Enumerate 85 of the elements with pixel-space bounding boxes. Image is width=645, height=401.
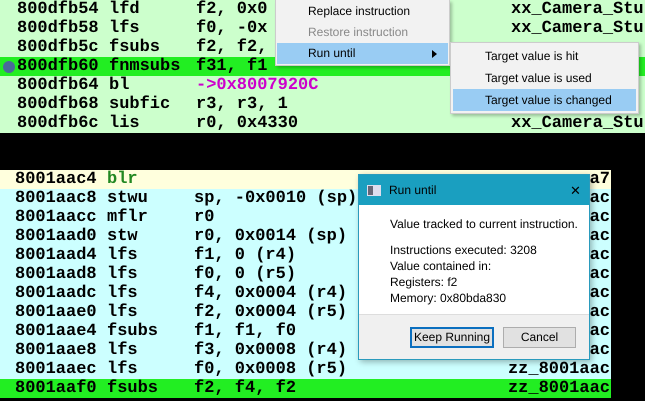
symbol: ac	[590, 227, 610, 246]
close-button[interactable]: ✕	[570, 182, 581, 198]
mnemonic: fsubs	[107, 322, 160, 341]
address: 8001aae4	[15, 322, 98, 341]
message-text: Value tracked to current instruction.	[390, 217, 579, 231]
mnemonic: lfs	[107, 360, 139, 379]
mnemonic: fsubs	[109, 38, 162, 57]
operands: f4, 0x0004 (r4)	[194, 284, 348, 303]
address: 800dfb58	[17, 19, 100, 38]
mnemonic: blr	[107, 170, 139, 189]
mnemonic: stwu	[107, 189, 149, 208]
address: 8001aac4	[15, 170, 98, 189]
submenu-arrow-icon	[432, 50, 437, 58]
operands: f0, 0 (r5)	[194, 265, 296, 284]
operands: r0	[194, 208, 214, 227]
mnemonic: lfs	[107, 265, 139, 284]
symbol: ac	[590, 303, 610, 322]
operands: f0, 0x0008 (r5)	[194, 360, 348, 379]
mnemonic: lis	[109, 114, 141, 133]
address: 8001aac8	[15, 189, 98, 208]
address: 8001aae0	[15, 303, 98, 322]
mnemonic: stw	[107, 227, 139, 246]
address: 800dfb54	[17, 0, 100, 19]
address: 8001aacc	[15, 208, 98, 227]
mnemonic: lfs	[107, 284, 139, 303]
operands: f1, f1, f0	[194, 322, 296, 341]
address: 8001aaf0	[15, 379, 98, 398]
detail-text: Instructions executed: 3208	[390, 242, 538, 258]
symbol: ac	[590, 189, 610, 208]
mnemonic: lfs	[107, 246, 139, 265]
symbol: a7	[590, 170, 610, 189]
address: 800dfb5c	[17, 38, 100, 57]
detail-text: Registers: f2	[390, 274, 458, 290]
address: 800dfb60	[17, 57, 100, 76]
mnemonic: lfd	[109, 0, 141, 19]
window-title: Run until	[389, 183, 438, 197]
address: 8001aaec	[15, 360, 98, 379]
operands: sp, -0x0010 (sp)	[194, 189, 358, 208]
address: 800dfb64	[17, 76, 100, 95]
mnemonic: lfs	[107, 341, 139, 360]
operands: r0, 0x4330	[196, 114, 298, 133]
symbol: ac	[590, 246, 610, 265]
address: 8001aad4	[15, 246, 98, 265]
mnemonic: bl	[109, 76, 130, 95]
operands: f1, 0 (r4)	[194, 246, 296, 265]
symbol: xx_Camera_Stu	[511, 19, 644, 38]
operands: f2, 0x0	[196, 0, 268, 19]
symbol: zz_8001aac	[508, 360, 610, 379]
mnemonic: lfs	[107, 303, 139, 322]
mnemonic: mflr	[107, 208, 149, 227]
address: 8001aae8	[15, 341, 98, 360]
operands: f2, f4, f2	[194, 379, 296, 398]
menu-item[interactable]: Target value is changed	[453, 89, 636, 111]
mnemonic: lfs	[109, 19, 141, 38]
operands: f0, -0x	[196, 19, 268, 38]
detail-text: Value contained in:	[390, 258, 492, 274]
address: 800dfb68	[17, 95, 100, 114]
dialog-button[interactable]: Cancel	[503, 326, 576, 348]
operands: r3, r3, 1	[196, 95, 288, 114]
symbol: ac	[590, 208, 610, 227]
operands: f31, f1	[196, 57, 268, 76]
window-icon	[367, 184, 381, 196]
symbol: ac	[590, 265, 610, 284]
operands: ->0x8007920C	[196, 76, 318, 95]
operands: f2, 0x0004 (r5)	[194, 303, 348, 322]
address: 8001aad8	[15, 265, 98, 284]
symbol: xx_Camera_Stu	[511, 0, 644, 19]
symbol: xx_Camera_Stu	[511, 114, 644, 133]
breakpoint-icon[interactable]	[2, 60, 14, 72]
mnemonic: fsubs	[107, 379, 160, 398]
operands: r0, 0x0014 (sp)	[194, 227, 348, 246]
operands: f3, 0x0008 (r4)	[194, 341, 348, 360]
address: 8001aadc	[15, 284, 98, 303]
mnemonic: fnmsubs	[109, 57, 182, 76]
symbol: ac	[590, 284, 610, 303]
address: 8001aad0	[15, 227, 98, 246]
dialog-button[interactable]: Keep Running	[410, 326, 494, 348]
detail-text: Memory: 0x80bda830	[390, 290, 508, 306]
address: 800dfb6c	[17, 114, 100, 133]
mnemonic: subfic	[109, 95, 172, 114]
operands: f2, f2,	[196, 38, 268, 57]
symbol: ac	[590, 341, 610, 360]
menu-item[interactable]: Run until	[277, 43, 448, 64]
symbol: zz_8001aac	[508, 379, 610, 398]
symbol: ac	[590, 322, 610, 341]
